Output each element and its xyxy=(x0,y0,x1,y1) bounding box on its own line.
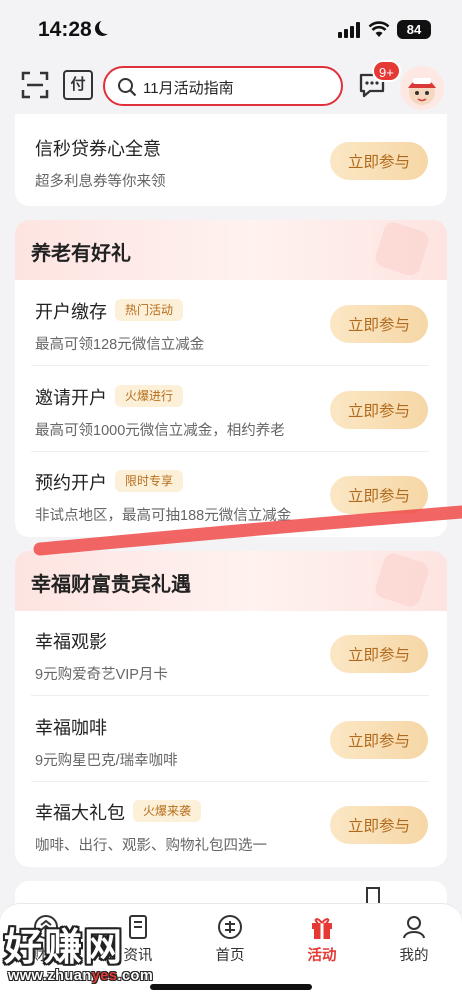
item-title: 预约开户 xyxy=(35,473,107,493)
nav-label: 资讯 xyxy=(123,948,153,964)
section-title: 养老有好礼 xyxy=(31,243,131,265)
home-indicator[interactable] xyxy=(150,984,312,990)
list-item[interactable]: 开户缴存 热门活动 最高可领128元微信立减金 立即参与 xyxy=(15,280,447,366)
home-logo-icon xyxy=(218,915,242,939)
list-item[interactable]: 幸福大礼包 火爆来袭 咖啡、出行、观影、购物礼包四选一 立即参与 xyxy=(15,781,447,867)
mascot-avatar-icon xyxy=(408,78,436,105)
join-button[interactable]: 立即参与 xyxy=(330,305,428,343)
section-header: 养老有好礼 xyxy=(15,220,447,280)
moon-icon xyxy=(99,19,114,34)
profile-icon xyxy=(403,916,425,939)
item-subtitle: 咖啡、出行、观影、购物礼包四选一 xyxy=(35,838,267,854)
nav-home[interactable]: 首页 xyxy=(184,910,276,970)
nav-label: 我的 xyxy=(399,948,429,964)
join-button[interactable]: 立即参与 xyxy=(330,476,428,514)
item-subtitle: 非试点地区，最高可抽188元微信立减金 xyxy=(35,508,292,524)
pay-code-button[interactable]: 付 xyxy=(63,70,93,100)
nav-profile[interactable]: 我的 xyxy=(368,910,460,970)
item-subtitle: 9元购爱奇艺VIP月卡 xyxy=(35,667,168,683)
card-xinmiaodai: 信秒贷券心全意 超多利息券等你来领 立即参与 xyxy=(15,114,447,206)
list-item[interactable]: 邀请开户 火爆进行 最高可领1000元微信立减金，相约养老 立即参与 xyxy=(15,366,447,452)
signal-icon xyxy=(338,22,360,38)
join-button[interactable]: 立即参与 xyxy=(330,635,428,673)
search-icon xyxy=(118,78,137,97)
item-tag: 火爆进行 xyxy=(115,385,184,407)
item-title: 幸福大礼包 xyxy=(35,803,125,823)
nav-label: 财富 xyxy=(31,948,61,964)
section-title: 幸福财富贵宾礼遇 xyxy=(31,574,191,596)
nav-activity[interactable]: 活动 xyxy=(276,910,368,970)
item-subtitle: 最高可领128元微信立减金 xyxy=(35,337,205,353)
search-input[interactable] xyxy=(143,75,333,99)
gift-icon xyxy=(312,918,332,939)
join-button[interactable]: 立即参与 xyxy=(330,391,428,429)
card-vip: 幸福财富贵宾礼遇 幸福观影 9元购爱奇艺VIP月卡 立即参与 幸福咖啡 9元购星… xyxy=(15,551,447,867)
card-pension: 养老有好礼 开户缴存 热门活动 最高可领128元微信立减金 立即参与 邀请开户 … xyxy=(15,220,447,537)
wealth-icon xyxy=(34,915,58,939)
item-subtitle: 9元购星巴克/瑞幸咖啡 xyxy=(35,753,178,769)
avatar[interactable] xyxy=(400,66,444,110)
nav-news[interactable]: 资讯 xyxy=(92,910,184,970)
news-icon xyxy=(129,915,147,939)
item-subtitle: 超多利息券等你来领 xyxy=(35,174,166,190)
item-title: 邀请开户 xyxy=(35,388,107,408)
nav-wealth[interactable]: 财富 xyxy=(0,910,92,970)
item-tag: 热门活动 xyxy=(115,299,184,321)
item-title: 开户缴存 xyxy=(35,302,107,322)
list-item[interactable]: 信秒贷券心全意 超多利息券等你来领 立即参与 xyxy=(15,117,447,203)
item-tag: 限时专享 xyxy=(115,470,184,492)
item-title: 幸福观影 xyxy=(35,632,107,652)
item-subtitle: 最高可领1000元微信立减金，相约养老 xyxy=(35,423,285,439)
decoration-icon xyxy=(373,551,431,609)
item-title: 信秒贷券心全意 xyxy=(35,139,161,159)
battery-indicator: 84 xyxy=(397,20,431,39)
join-button[interactable]: 立即参与 xyxy=(330,806,428,844)
item-tag: 火爆来袭 xyxy=(133,800,202,822)
nav-label: 活动 xyxy=(307,948,337,964)
scan-icon[interactable] xyxy=(20,70,50,100)
list-item[interactable]: 幸福咖啡 9元购星巴克/瑞幸咖啡 立即参与 xyxy=(15,696,447,782)
item-title: 幸福咖啡 xyxy=(35,718,107,738)
nav-label: 首页 xyxy=(215,948,245,964)
top-header: 付 9+ xyxy=(0,58,462,114)
join-button[interactable]: 立即参与 xyxy=(330,721,428,759)
search-box[interactable] xyxy=(103,66,343,106)
message-badge: 9+ xyxy=(372,60,401,82)
section-header: 幸福财富贵宾礼遇 xyxy=(15,551,447,611)
list-item[interactable]: 幸福观影 9元购爱奇艺VIP月卡 立即参与 xyxy=(15,610,447,696)
decoration-icon xyxy=(373,220,431,278)
status-time: 14:28 xyxy=(38,18,92,41)
join-button[interactable]: 立即参与 xyxy=(330,142,428,180)
wifi-icon xyxy=(368,21,390,37)
status-bar: 14:28 84 xyxy=(0,0,462,58)
list-item[interactable]: 预约开户 限时专享 非试点地区，最高可抽188元微信立减金 立即参与 xyxy=(15,451,447,537)
